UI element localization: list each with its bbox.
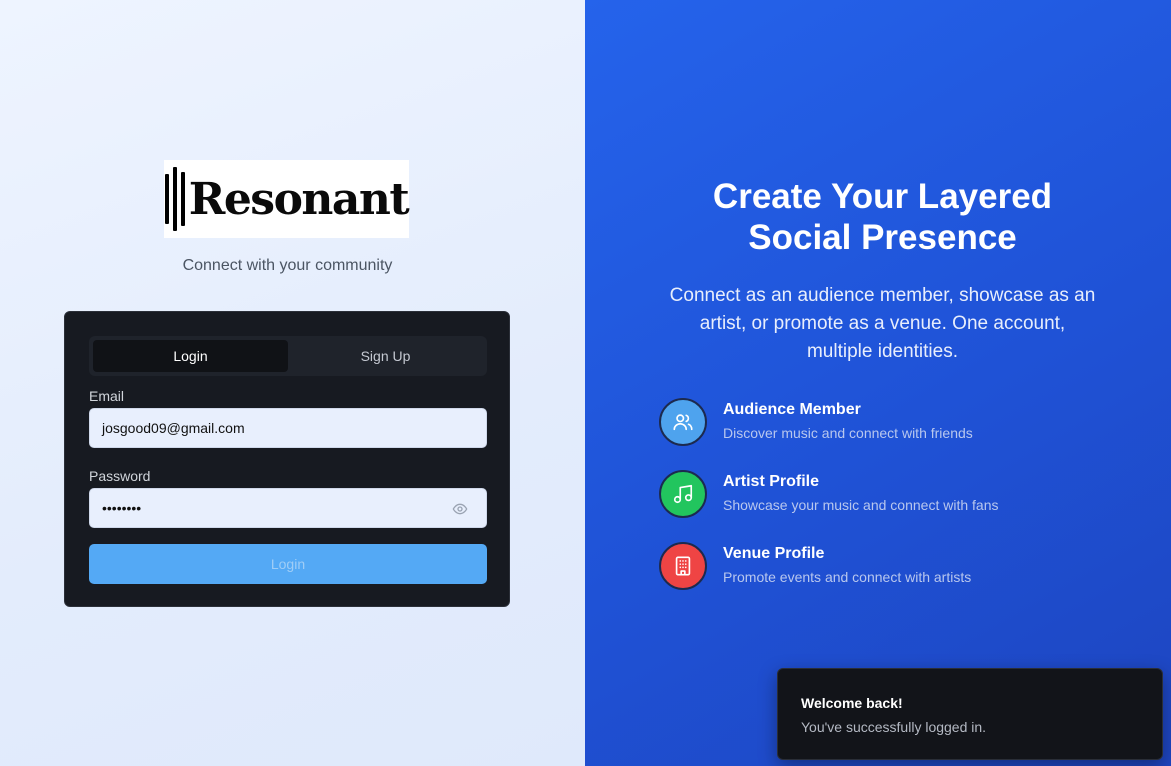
tab-sign-up[interactable]: Sign Up bbox=[288, 340, 483, 372]
password-field[interactable]: •••••••• bbox=[89, 488, 487, 528]
password-label: Password bbox=[89, 468, 151, 484]
auth-panel: Resonant Connect with your community Log… bbox=[0, 0, 585, 766]
logo-mark bbox=[164, 166, 185, 232]
brand-name: Resonant bbox=[188, 173, 410, 225]
feature-title: Venue Profile bbox=[723, 545, 825, 562]
login-card: Login Sign Up Email josgood09@gmail.com … bbox=[64, 311, 510, 607]
login-button[interactable]: Login bbox=[89, 544, 487, 584]
feature-desc: Discover music and connect with friends bbox=[723, 425, 973, 441]
auth-tabs: Login Sign Up bbox=[89, 336, 487, 376]
music-note-icon bbox=[659, 470, 707, 518]
hero-subtitle: Connect as an audience member, showcase … bbox=[669, 285, 1096, 362]
email-label: Email bbox=[89, 388, 125, 404]
password-value: •••••••• bbox=[102, 500, 142, 516]
hero-title-line-1: Create Your Layered bbox=[712, 177, 1053, 216]
email-field[interactable]: josgood09@gmail.com bbox=[89, 408, 487, 448]
hero-title-line-2: Social Presence bbox=[748, 218, 1017, 257]
feature-audience: Audience Member Discover music and conne… bbox=[659, 398, 1079, 446]
brand-tagline: Connect with your community bbox=[182, 257, 393, 274]
toast-message: You've successfully logged in. bbox=[801, 719, 987, 735]
tab-login[interactable]: Login bbox=[93, 340, 288, 372]
hero-title: Create Your Layered Social Presence bbox=[585, 176, 1171, 258]
feature-artist: Artist Profile Showcase your music and c… bbox=[659, 470, 1079, 518]
building-icon bbox=[659, 542, 707, 590]
feature-venue: Venue Profile Promote events and connect… bbox=[659, 542, 1079, 590]
brand-logo: Resonant bbox=[164, 160, 410, 238]
users-icon bbox=[659, 398, 707, 446]
toast-title: Welcome back! bbox=[801, 695, 903, 711]
success-toast[interactable]: Welcome back! You've successfully logged… bbox=[777, 668, 1163, 760]
feature-desc: Showcase your music and connect with fan… bbox=[723, 497, 999, 513]
marketing-panel: Create Your Layered Social Presence Conn… bbox=[585, 0, 1171, 766]
feature-title: Artist Profile bbox=[723, 473, 820, 490]
feature-title: Audience Member bbox=[723, 401, 861, 418]
eye-icon[interactable] bbox=[452, 501, 468, 517]
feature-desc: Promote events and connect with artists bbox=[723, 569, 972, 585]
